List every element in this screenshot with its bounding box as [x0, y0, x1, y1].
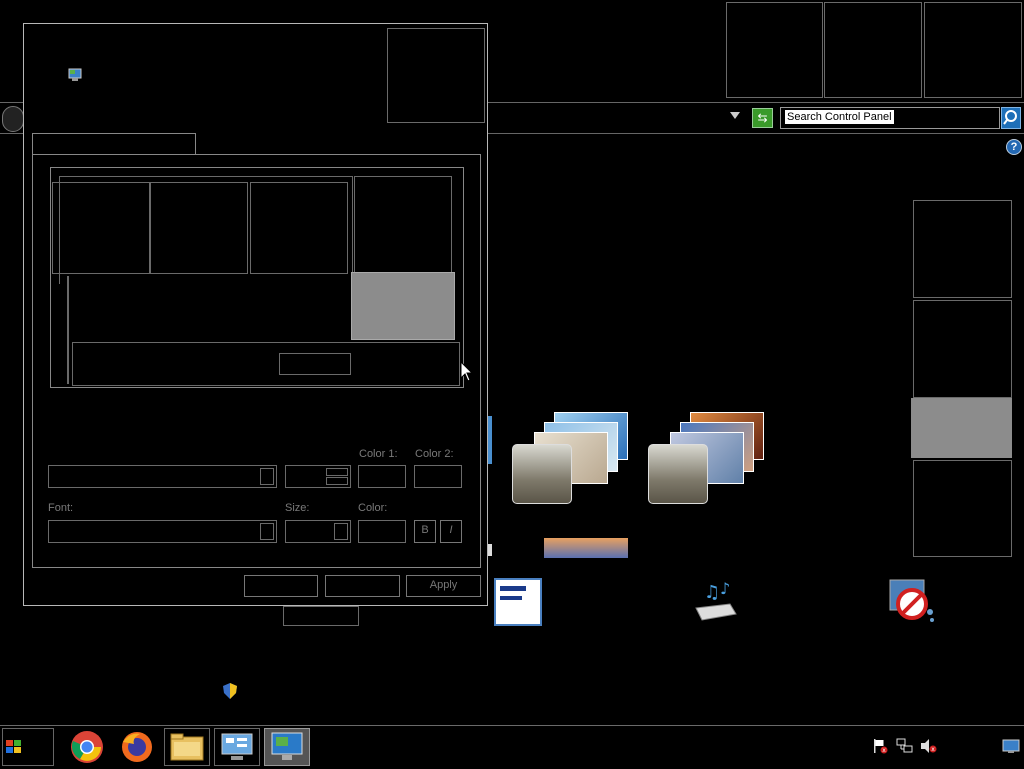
help-icon[interactable]: ? [1006, 139, 1022, 155]
preview-scrollbar-selected[interactable] [351, 272, 455, 340]
theme-thumbnail-3[interactable] [544, 538, 628, 558]
cancel-button[interactable] [325, 575, 400, 597]
theme-glass-swatch [648, 444, 708, 504]
volume-muted-icon[interactable]: x [920, 738, 938, 754]
background-button-partial [283, 606, 359, 626]
italic-toggle[interactable]: I [440, 520, 462, 543]
svg-text:♪: ♪ [720, 579, 730, 598]
tab-appearance[interactable] [32, 133, 196, 155]
sounds-icon[interactable]: ♫ ♪ [692, 578, 740, 624]
color2-picker[interactable] [414, 465, 462, 488]
window-color-icon[interactable] [494, 578, 542, 626]
preview-ok-button[interactable] [279, 353, 351, 375]
windows-logo-icon [6, 740, 21, 753]
color-label: Color: [358, 502, 388, 514]
size-label: Size: [285, 502, 310, 514]
stepper-down[interactable] [326, 477, 348, 485]
color2-label: Color 2: [415, 448, 454, 460]
preview-message-box[interactable] [72, 342, 460, 386]
item-select[interactable] [48, 465, 277, 488]
dialog-title-icon [68, 68, 82, 82]
window-caption-button-b[interactable] [824, 2, 922, 98]
back-button[interactable] [2, 106, 24, 132]
color1-label: Color 1: [359, 448, 398, 460]
control-panel-button[interactable] [214, 728, 260, 766]
svg-text:x: x [931, 746, 935, 753]
mouse-cursor-icon [460, 360, 474, 383]
window-caption-button-a[interactable] [726, 2, 823, 98]
network-icon[interactable] [896, 738, 914, 754]
preview-tile-3[interactable] [250, 182, 348, 274]
show-desktop-icon[interactable] [1002, 738, 1020, 754]
font-select-arrow[interactable] [260, 523, 274, 540]
preview-tile-2[interactable] [150, 182, 248, 274]
theme-thumbnail-1[interactable] [510, 410, 632, 510]
theme-thumbnail-2[interactable] [646, 410, 768, 510]
start-button[interactable] [2, 728, 54, 766]
refresh-icon[interactable]: ⇆ [752, 108, 773, 128]
theme-glass-swatch [512, 444, 572, 504]
font-size-select[interactable] [285, 520, 351, 543]
control-panel-icon [221, 733, 253, 760]
preview-window-frame [67, 276, 69, 384]
apply-button[interactable]: Apply [406, 575, 481, 597]
color1-picker[interactable] [358, 465, 406, 488]
display-settings-button[interactable] [264, 728, 310, 766]
item-size-stepper[interactable] [285, 465, 351, 488]
chrome-icon[interactable] [70, 730, 104, 764]
search-placeholder: Search Control Panel [785, 110, 894, 124]
firefox-icon[interactable] [120, 730, 154, 764]
preview-area[interactable] [50, 167, 464, 388]
side-panel-tile-3[interactable] [913, 460, 1012, 557]
window-caption-button-c[interactable] [924, 2, 1022, 98]
font-size-arrow[interactable] [334, 523, 348, 540]
ok-button[interactable] [244, 575, 318, 597]
side-panel-tile-selected[interactable] [911, 398, 1012, 458]
appearance-dialog: Color 1: Color 2: Font: Size: Color: B I… [23, 23, 488, 606]
side-panel-tile-1[interactable] [913, 200, 1012, 298]
monitor-icon [271, 732, 303, 760]
search-input[interactable]: Search Control Panel [780, 107, 1000, 129]
stepper-up[interactable] [326, 468, 348, 476]
theme-thumbnail-partial-2 [488, 544, 492, 556]
preview-tile-4[interactable] [354, 176, 452, 274]
action-center-flag-icon[interactable]: x [872, 738, 888, 754]
chevron-down-icon[interactable] [730, 112, 740, 119]
file-explorer-button[interactable] [164, 728, 210, 766]
screen-saver-icon[interactable] [888, 578, 938, 628]
font-color-picker[interactable] [358, 520, 406, 543]
font-select[interactable] [48, 520, 277, 543]
dialog-close-button[interactable] [387, 28, 485, 123]
font-label: Font: [48, 502, 74, 514]
item-select-arrow[interactable] [260, 468, 274, 485]
search-icon [1003, 110, 1017, 125]
uac-shield-icon [223, 683, 237, 699]
side-panel-tile-2[interactable] [913, 300, 1012, 398]
search-button[interactable] [1001, 107, 1021, 129]
svg-text:♫: ♫ [704, 582, 720, 603]
bold-toggle[interactable]: B [414, 520, 436, 543]
preview-tile-1[interactable] [52, 182, 150, 274]
folder-icon [170, 733, 204, 761]
svg-text:x: x [882, 747, 886, 754]
